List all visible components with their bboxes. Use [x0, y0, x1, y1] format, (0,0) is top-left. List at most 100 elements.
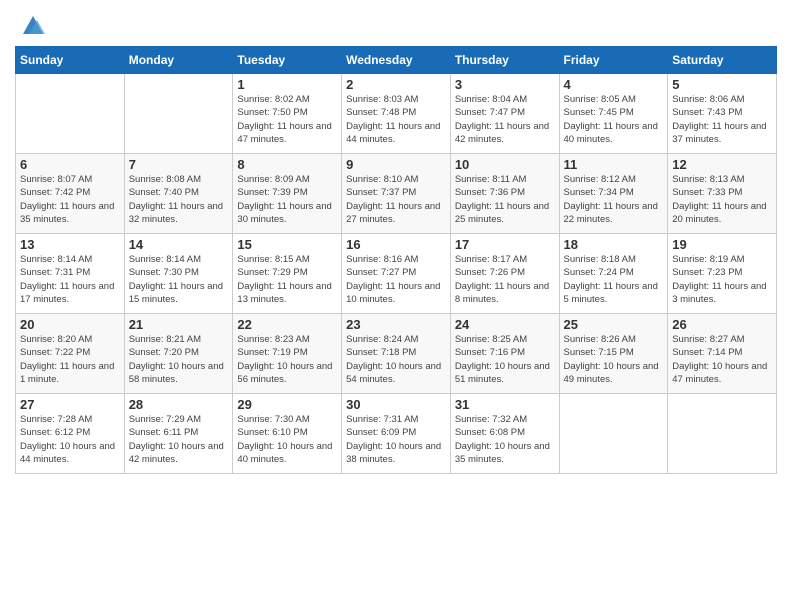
calendar-cell: 28Sunrise: 7:29 AM Sunset: 6:11 PM Dayli… — [124, 394, 233, 474]
calendar-cell: 13Sunrise: 8:14 AM Sunset: 7:31 PM Dayli… — [16, 234, 125, 314]
calendar-cell: 12Sunrise: 8:13 AM Sunset: 7:33 PM Dayli… — [668, 154, 777, 234]
day-info: Sunrise: 8:25 AM Sunset: 7:16 PM Dayligh… — [455, 333, 555, 386]
day-number: 17 — [455, 237, 555, 252]
day-number: 24 — [455, 317, 555, 332]
day-info: Sunrise: 8:14 AM Sunset: 7:30 PM Dayligh… — [129, 253, 229, 306]
day-number: 2 — [346, 77, 446, 92]
day-info: Sunrise: 8:16 AM Sunset: 7:27 PM Dayligh… — [346, 253, 446, 306]
day-info: Sunrise: 8:13 AM Sunset: 7:33 PM Dayligh… — [672, 173, 772, 226]
calendar-cell: 15Sunrise: 8:15 AM Sunset: 7:29 PM Dayli… — [233, 234, 342, 314]
header — [15, 10, 777, 38]
day-info: Sunrise: 8:04 AM Sunset: 7:47 PM Dayligh… — [455, 93, 555, 146]
day-info: Sunrise: 8:11 AM Sunset: 7:36 PM Dayligh… — [455, 173, 555, 226]
calendar-cell: 18Sunrise: 8:18 AM Sunset: 7:24 PM Dayli… — [559, 234, 668, 314]
day-number: 5 — [672, 77, 772, 92]
calendar-cell: 17Sunrise: 8:17 AM Sunset: 7:26 PM Dayli… — [450, 234, 559, 314]
day-info: Sunrise: 8:26 AM Sunset: 7:15 PM Dayligh… — [564, 333, 664, 386]
day-info: Sunrise: 8:08 AM Sunset: 7:40 PM Dayligh… — [129, 173, 229, 226]
calendar-cell: 24Sunrise: 8:25 AM Sunset: 7:16 PM Dayli… — [450, 314, 559, 394]
day-info: Sunrise: 8:03 AM Sunset: 7:48 PM Dayligh… — [346, 93, 446, 146]
day-info: Sunrise: 8:24 AM Sunset: 7:18 PM Dayligh… — [346, 333, 446, 386]
day-number: 11 — [564, 157, 664, 172]
calendar-header: SundayMondayTuesdayWednesdayThursdayFrid… — [16, 47, 777, 74]
week-row-3: 13Sunrise: 8:14 AM Sunset: 7:31 PM Dayli… — [16, 234, 777, 314]
weekday-header-monday: Monday — [124, 47, 233, 74]
day-number: 6 — [20, 157, 120, 172]
day-info: Sunrise: 8:12 AM Sunset: 7:34 PM Dayligh… — [564, 173, 664, 226]
calendar-cell: 23Sunrise: 8:24 AM Sunset: 7:18 PM Dayli… — [342, 314, 451, 394]
calendar-cell: 25Sunrise: 8:26 AM Sunset: 7:15 PM Dayli… — [559, 314, 668, 394]
weekday-header-saturday: Saturday — [668, 47, 777, 74]
day-number: 19 — [672, 237, 772, 252]
day-info: Sunrise: 7:28 AM Sunset: 6:12 PM Dayligh… — [20, 413, 120, 466]
day-number: 23 — [346, 317, 446, 332]
calendar-table: SundayMondayTuesdayWednesdayThursdayFrid… — [15, 46, 777, 474]
day-info: Sunrise: 8:18 AM Sunset: 7:24 PM Dayligh… — [564, 253, 664, 306]
calendar-cell — [559, 394, 668, 474]
calendar-cell: 11Sunrise: 8:12 AM Sunset: 7:34 PM Dayli… — [559, 154, 668, 234]
logo-icon — [19, 10, 47, 38]
day-info: Sunrise: 7:30 AM Sunset: 6:10 PM Dayligh… — [237, 413, 337, 466]
day-info: Sunrise: 8:10 AM Sunset: 7:37 PM Dayligh… — [346, 173, 446, 226]
calendar-cell: 20Sunrise: 8:20 AM Sunset: 7:22 PM Dayli… — [16, 314, 125, 394]
calendar-cell — [124, 74, 233, 154]
day-number: 31 — [455, 397, 555, 412]
weekday-header-sunday: Sunday — [16, 47, 125, 74]
day-number: 3 — [455, 77, 555, 92]
calendar-cell: 22Sunrise: 8:23 AM Sunset: 7:19 PM Dayli… — [233, 314, 342, 394]
day-info: Sunrise: 8:19 AM Sunset: 7:23 PM Dayligh… — [672, 253, 772, 306]
calendar-cell: 14Sunrise: 8:14 AM Sunset: 7:30 PM Dayli… — [124, 234, 233, 314]
day-number: 1 — [237, 77, 337, 92]
day-info: Sunrise: 8:20 AM Sunset: 7:22 PM Dayligh… — [20, 333, 120, 386]
day-info: Sunrise: 8:21 AM Sunset: 7:20 PM Dayligh… — [129, 333, 229, 386]
day-number: 22 — [237, 317, 337, 332]
calendar-cell: 29Sunrise: 7:30 AM Sunset: 6:10 PM Dayli… — [233, 394, 342, 474]
day-number: 30 — [346, 397, 446, 412]
weekday-header-tuesday: Tuesday — [233, 47, 342, 74]
day-info: Sunrise: 8:17 AM Sunset: 7:26 PM Dayligh… — [455, 253, 555, 306]
week-row-5: 27Sunrise: 7:28 AM Sunset: 6:12 PM Dayli… — [16, 394, 777, 474]
day-info: Sunrise: 7:32 AM Sunset: 6:08 PM Dayligh… — [455, 413, 555, 466]
calendar-cell: 21Sunrise: 8:21 AM Sunset: 7:20 PM Dayli… — [124, 314, 233, 394]
page: SundayMondayTuesdayWednesdayThursdayFrid… — [0, 0, 792, 612]
calendar-cell: 27Sunrise: 7:28 AM Sunset: 6:12 PM Dayli… — [16, 394, 125, 474]
day-number: 15 — [237, 237, 337, 252]
weekday-header-wednesday: Wednesday — [342, 47, 451, 74]
calendar-cell: 19Sunrise: 8:19 AM Sunset: 7:23 PM Dayli… — [668, 234, 777, 314]
day-info: Sunrise: 8:15 AM Sunset: 7:29 PM Dayligh… — [237, 253, 337, 306]
calendar-cell: 6Sunrise: 8:07 AM Sunset: 7:42 PM Daylig… — [16, 154, 125, 234]
day-number: 4 — [564, 77, 664, 92]
day-info: Sunrise: 8:07 AM Sunset: 7:42 PM Dayligh… — [20, 173, 120, 226]
day-number: 27 — [20, 397, 120, 412]
calendar-cell — [16, 74, 125, 154]
weekday-header-friday: Friday — [559, 47, 668, 74]
day-number: 13 — [20, 237, 120, 252]
calendar-cell: 16Sunrise: 8:16 AM Sunset: 7:27 PM Dayli… — [342, 234, 451, 314]
week-row-1: 1Sunrise: 8:02 AM Sunset: 7:50 PM Daylig… — [16, 74, 777, 154]
calendar-cell: 26Sunrise: 8:27 AM Sunset: 7:14 PM Dayli… — [668, 314, 777, 394]
day-number: 10 — [455, 157, 555, 172]
day-number: 8 — [237, 157, 337, 172]
day-number: 12 — [672, 157, 772, 172]
day-info: Sunrise: 8:14 AM Sunset: 7:31 PM Dayligh… — [20, 253, 120, 306]
day-info: Sunrise: 7:29 AM Sunset: 6:11 PM Dayligh… — [129, 413, 229, 466]
calendar-cell: 9Sunrise: 8:10 AM Sunset: 7:37 PM Daylig… — [342, 154, 451, 234]
calendar-cell: 31Sunrise: 7:32 AM Sunset: 6:08 PM Dayli… — [450, 394, 559, 474]
day-number: 18 — [564, 237, 664, 252]
day-info: Sunrise: 8:23 AM Sunset: 7:19 PM Dayligh… — [237, 333, 337, 386]
day-info: Sunrise: 8:09 AM Sunset: 7:39 PM Dayligh… — [237, 173, 337, 226]
calendar-cell: 10Sunrise: 8:11 AM Sunset: 7:36 PM Dayli… — [450, 154, 559, 234]
day-number: 29 — [237, 397, 337, 412]
calendar-cell: 3Sunrise: 8:04 AM Sunset: 7:47 PM Daylig… — [450, 74, 559, 154]
day-number: 26 — [672, 317, 772, 332]
day-info: Sunrise: 7:31 AM Sunset: 6:09 PM Dayligh… — [346, 413, 446, 466]
calendar-cell — [668, 394, 777, 474]
calendar-cell: 2Sunrise: 8:03 AM Sunset: 7:48 PM Daylig… — [342, 74, 451, 154]
weekday-header-thursday: Thursday — [450, 47, 559, 74]
day-number: 25 — [564, 317, 664, 332]
day-number: 28 — [129, 397, 229, 412]
calendar-cell: 4Sunrise: 8:05 AM Sunset: 7:45 PM Daylig… — [559, 74, 668, 154]
calendar-cell: 8Sunrise: 8:09 AM Sunset: 7:39 PM Daylig… — [233, 154, 342, 234]
calendar-cell: 30Sunrise: 7:31 AM Sunset: 6:09 PM Dayli… — [342, 394, 451, 474]
week-row-2: 6Sunrise: 8:07 AM Sunset: 7:42 PM Daylig… — [16, 154, 777, 234]
